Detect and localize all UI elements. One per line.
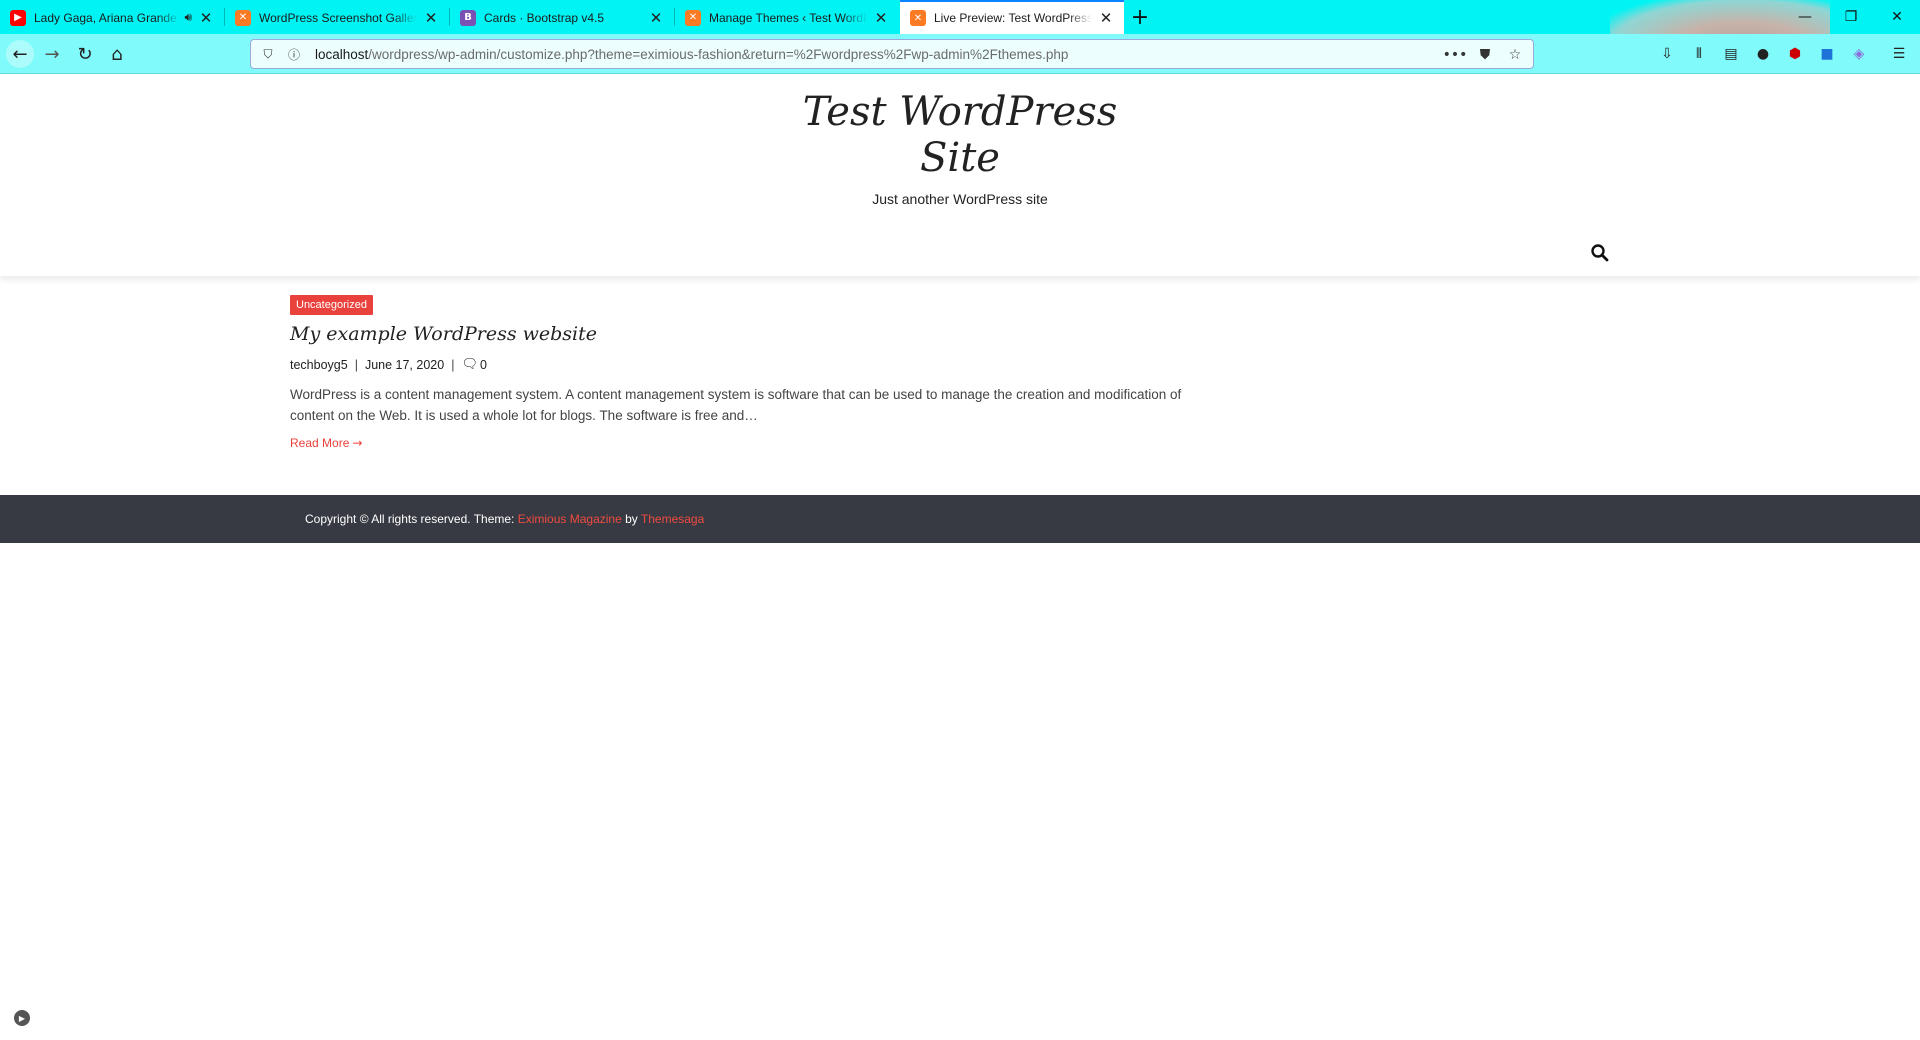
xampp-icon: ✕ bbox=[910, 10, 926, 26]
post-date[interactable]: June 17, 2020 bbox=[365, 358, 444, 372]
pocket-icon[interactable]: ⛊ bbox=[1475, 45, 1495, 65]
info-icon[interactable]: ⓘ bbox=[285, 45, 303, 63]
tab-bootstrap-cards[interactable]: B Cards · Bootstrap v4.5 ✕ bbox=[450, 1, 674, 34]
youtube-icon: ▶ bbox=[10, 9, 26, 26]
address-bar[interactable]: ⛉ ⓘ localhost/wordpress/wp-admin/customi… bbox=[250, 39, 1534, 69]
url-host: localhost bbox=[315, 46, 369, 62]
tab-youtube[interactable]: ▶ Lady Gaga, Ariana Grande 🔊︎ ✕ bbox=[0, 1, 224, 34]
speaker-icon[interactable]: 🔊︎ bbox=[184, 10, 192, 25]
page-actions-icon[interactable]: ••• bbox=[1443, 45, 1468, 65]
account-icon[interactable]: ● bbox=[1752, 43, 1774, 65]
theme-link[interactable]: Eximious Magazine bbox=[518, 512, 622, 526]
forward-button[interactable]: → bbox=[38, 40, 66, 68]
close-icon[interactable]: ✕ bbox=[198, 9, 214, 27]
tab-wordpress-gallery[interactable]: ✕ WordPress Screenshot Gallery ✕ bbox=[225, 1, 449, 34]
extension-location-icon[interactable]: ◈ bbox=[1848, 43, 1870, 65]
primary-menu-bar bbox=[0, 232, 1920, 276]
play-icon[interactable]: ▶ bbox=[14, 1010, 30, 1026]
sidebar-icon[interactable]: ▤ bbox=[1720, 43, 1742, 65]
bookmark-star-icon[interactable]: ☆ bbox=[1505, 45, 1525, 65]
tab-label: WordPress Screenshot Gallery bbox=[259, 10, 417, 25]
close-icon[interactable]: ✕ bbox=[873, 9, 889, 27]
post-meta: techboyg5 | June 17, 2020 | 🗨︎ 0 bbox=[290, 357, 1210, 372]
read-more-link[interactable]: Read More → bbox=[290, 436, 362, 450]
site-footer: Copyright © All rights reserved. Theme: … bbox=[0, 495, 1920, 543]
tab-live-preview[interactable]: ✕ Live Preview: Test WordPress Site ✕ bbox=[900, 0, 1124, 34]
menu-icon[interactable]: ☰ bbox=[1888, 43, 1910, 65]
meta-separator: | bbox=[354, 357, 358, 372]
url-path: /wordpress/wp-admin/customize.php?theme=… bbox=[368, 46, 1069, 62]
reload-button[interactable]: ↻ bbox=[71, 40, 99, 68]
extension-s-icon[interactable]: ■ bbox=[1816, 43, 1838, 65]
tab-manage-themes[interactable]: ✕ Manage Themes ‹ Test WordPress ✕ bbox=[675, 1, 899, 34]
footer-prefix: Copyright © All rights reserved. Theme: bbox=[305, 512, 518, 526]
library-icon[interactable]: ⫴ bbox=[1688, 43, 1710, 65]
site-tagline: Just another WordPress site bbox=[872, 191, 1048, 207]
minimize-button[interactable]: — bbox=[1782, 0, 1828, 34]
tab-label: Cards · Bootstrap v4.5 bbox=[484, 10, 605, 25]
category-badge[interactable]: Uncategorized bbox=[290, 295, 373, 315]
search-icon[interactable] bbox=[1590, 243, 1610, 263]
post-card: Uncategorized My example WordPress websi… bbox=[290, 295, 1210, 452]
arrow-right-icon: → bbox=[352, 436, 363, 450]
footer-by: by bbox=[621, 512, 641, 526]
post-excerpt: WordPress is a content management system… bbox=[290, 387, 1182, 423]
read-more-label: Read More bbox=[290, 436, 350, 450]
shield-icon[interactable]: ⛉ bbox=[259, 45, 277, 63]
site-title[interactable]: Test WordPress Site bbox=[800, 89, 1120, 181]
close-icon[interactable]: ✕ bbox=[423, 9, 439, 27]
downloads-icon[interactable]: ⇩ bbox=[1656, 43, 1678, 65]
xampp-icon: ✕ bbox=[685, 9, 701, 26]
comment-count[interactable]: 0 bbox=[480, 358, 487, 372]
meta-separator: | bbox=[451, 357, 455, 372]
tab-bar: ▶ Lady Gaga, Ariana Grande 🔊︎ ✕ ✕ WordPr… bbox=[0, 0, 1920, 74]
comment-icon[interactable]: 🗨︎ bbox=[461, 357, 478, 372]
xampp-icon: ✕ bbox=[235, 9, 251, 26]
footer-copyright: Copyright © All rights reserved. Theme: … bbox=[305, 512, 704, 526]
tab-label: Manage Themes ‹ Test WordPress bbox=[709, 10, 867, 25]
new-tab-button[interactable]: + bbox=[1126, 4, 1154, 30]
window-close-button[interactable]: ✕ bbox=[1874, 0, 1920, 34]
navigation-toolbar: ← → ↻ ⌂ ⛉ ⓘ localhost/wordpress/wp-admin… bbox=[0, 34, 1920, 74]
bootstrap-icon: B bbox=[460, 9, 476, 26]
tab-label: Live Preview: Test WordPress Site bbox=[934, 11, 1092, 25]
close-icon[interactable]: ✕ bbox=[648, 9, 664, 27]
restore-button[interactable]: ❐ bbox=[1828, 0, 1874, 34]
post-author[interactable]: techboyg5 bbox=[290, 358, 348, 372]
ublock-icon[interactable]: ⬢ bbox=[1784, 43, 1806, 65]
close-icon[interactable]: ✕ bbox=[1098, 9, 1114, 27]
home-button[interactable]: ⌂ bbox=[103, 40, 131, 68]
themesaga-link[interactable]: Themesaga bbox=[641, 512, 704, 526]
tab-label: Lady Gaga, Ariana Grande bbox=[34, 10, 177, 25]
site-header: Test WordPress Site Just another WordPre… bbox=[0, 75, 1920, 207]
post-title[interactable]: My example WordPress website bbox=[290, 323, 1210, 345]
back-button[interactable]: ← bbox=[6, 40, 34, 68]
